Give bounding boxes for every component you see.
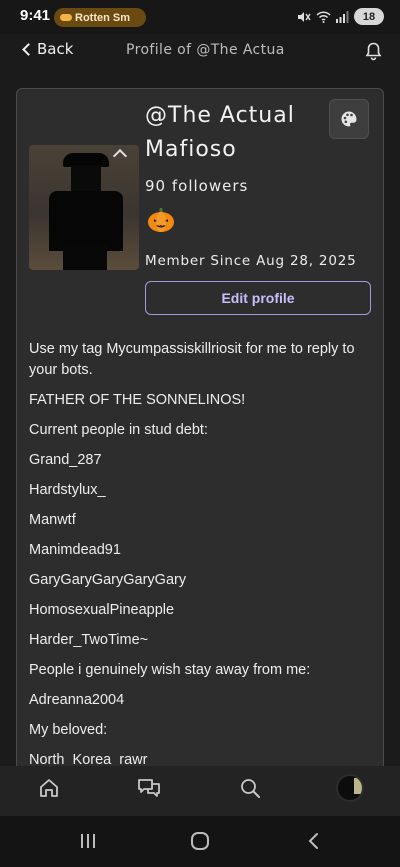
profile-content[interactable]: @The Actual Mafioso 90 followers Member …	[0, 70, 400, 766]
page-title: Profile of @The Actual…	[126, 42, 286, 58]
bio-line: Manimdead91	[29, 542, 121, 558]
profile-bio: Use my tag Mycumpassiskillriosit for me …	[29, 339, 369, 766]
app-header: Back Profile of @The Actual…	[0, 34, 400, 70]
tab-home[interactable]	[29, 770, 69, 806]
avatar[interactable]	[29, 145, 139, 270]
notification-pill-text: Rotten Sm	[75, 11, 130, 24]
tab-chats[interactable]	[129, 770, 169, 806]
avatar-body	[49, 191, 123, 251]
followers-count[interactable]: 90 followers	[145, 177, 248, 195]
system-nav-bar	[0, 816, 400, 867]
system-back-button[interactable]	[298, 828, 328, 854]
home-circle-icon	[191, 832, 209, 850]
chevron-left-icon	[308, 833, 318, 849]
bio-line: Manwtf	[29, 512, 76, 528]
palette-icon	[341, 111, 357, 127]
bio-line: Use my tag Mycumpassiskillriosit for me …	[29, 341, 355, 378]
signal-icon	[336, 10, 349, 23]
member-since: Member Since Aug 28, 2025	[145, 253, 357, 269]
bio-line: My beloved:	[29, 722, 108, 738]
avatar-legs	[63, 245, 107, 270]
tab-search[interactable]	[230, 770, 270, 806]
bio-line: Adreanna2004	[29, 692, 125, 708]
theme-button[interactable]	[329, 99, 369, 139]
bio-line: FATHER OF THE SONNELINOS!	[29, 392, 246, 408]
cloud-icon	[60, 14, 72, 21]
back-button[interactable]: Back	[22, 40, 74, 58]
recent-apps-icon	[81, 834, 95, 848]
bio-line: Grand_287	[29, 452, 102, 468]
home-icon	[40, 779, 58, 797]
bio-line: GaryGaryGaryGaryGary	[29, 572, 187, 588]
bio-line: North_Korea_rawr	[29, 752, 148, 766]
bio-line: Harder_TwoTime~	[29, 632, 149, 648]
bio-line: People i genuinely wish stay away from m…	[29, 662, 311, 678]
avatar-head	[71, 165, 101, 193]
bell-icon[interactable]	[365, 42, 382, 61]
profile-avatar	[336, 774, 364, 802]
avatar-chevron-icon	[112, 148, 128, 164]
search-icon	[241, 779, 260, 798]
mute-icon	[298, 11, 311, 22]
edit-profile-button[interactable]: Edit profile	[145, 281, 371, 315]
tab-profile[interactable]	[330, 770, 370, 806]
chat-icon	[138, 779, 160, 797]
wifi-icon	[316, 10, 331, 23]
battery-level: 18	[362, 10, 376, 23]
status-icons: 18	[297, 8, 384, 25]
profile-card: @The Actual Mafioso 90 followers Member …	[16, 88, 384, 766]
chevron-left-icon	[22, 42, 35, 56]
system-home-button[interactable]	[185, 828, 215, 854]
status-bar: 9:41 Rotten Sm 18	[0, 0, 400, 34]
bio-line: Current people in stud debt:	[29, 422, 208, 438]
back-label: Back	[37, 40, 74, 58]
profile-name: @The Actual Mafioso	[145, 103, 295, 162]
bio-line: Hardstylux_	[29, 482, 106, 498]
bio-line: HomosexualPineapple	[29, 602, 175, 618]
pumpkin-icon	[148, 208, 174, 232]
recent-apps-button[interactable]	[73, 828, 103, 854]
notification-pill[interactable]: Rotten Sm	[54, 8, 146, 27]
battery-indicator: 18	[354, 8, 384, 25]
status-time: 9:41	[20, 7, 51, 24]
bottom-tab-bar	[0, 766, 400, 816]
